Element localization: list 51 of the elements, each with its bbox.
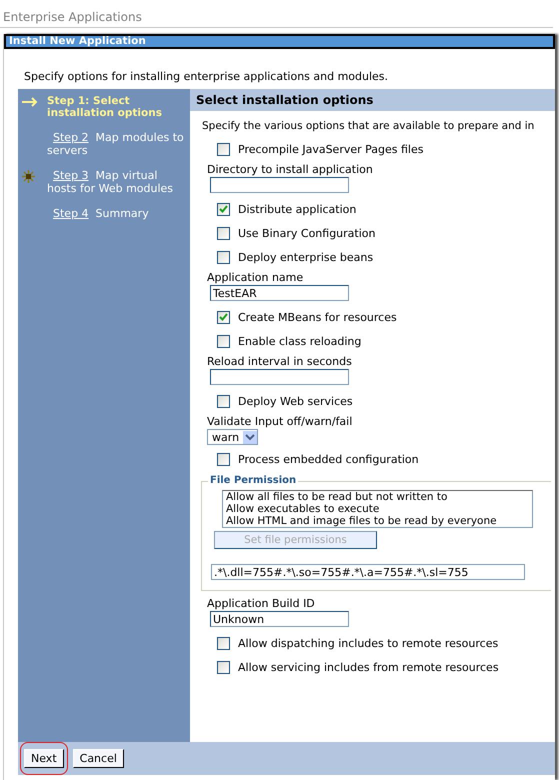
permission-field[interactable]: .*\.dll=755#.*\.so=755#.*\.a=755#.*\.sl=755 [211,564,525,580]
checkbox-label: Distribute application [238,202,356,216]
text-field[interactable]: TestEAR [210,285,349,301]
checkbox-label: Allow dispatching includes to remote resources [238,636,498,650]
checkbox[interactable] [217,394,230,408]
checkbox-label: Allow servicing includes from remote resources [238,660,499,674]
text-field[interactable] [210,177,349,193]
checkbox[interactable] [217,334,230,348]
panel-title-bar: Install New Application [4,34,555,49]
field-label: Reload interval in seconds [207,355,353,368]
field-label: Application name [207,271,304,284]
dropdown[interactable]: warn [207,429,258,445]
form-button[interactable]: Next [24,749,64,768]
checkbox[interactable] [217,452,230,466]
chevron-down-icon [243,430,257,444]
breadcrumb-title: Enterprise Applications [3,10,142,24]
checkbox-label: Precompile JavaServer Pages files [238,142,424,156]
list-item[interactable]: Allow HTML and image files to be read by everyone [226,515,529,527]
arrow-right-icon [22,97,38,107]
text-field[interactable]: Unknown [210,611,349,627]
text-field[interactable] [210,369,349,385]
checkbox-label: Use Binary Configuration [238,226,376,240]
intro-text: Specify options for installing enterprise applications and modules. [24,70,388,83]
step-text: Step 3 Map virtual hosts for Web modules [46,169,174,195]
checkbox[interactable] [217,250,230,264]
checkmark-icon [219,205,228,213]
form-button[interactable]: Cancel [72,749,124,768]
list-item[interactable]: Allow all files to be read but not written to [226,491,529,503]
checkbox-label: Process embedded configuration [238,452,419,466]
current-step: Step 1: Select installation options [47,95,186,119]
checkbox[interactable] [217,310,230,324]
checkbox-label: Deploy enterprise beans [238,250,374,264]
checkmark-icon [219,313,228,321]
checkbox-label: Deploy Web services [238,394,353,408]
checkbox-label: Enable class reloading [238,334,362,348]
section-header: Select installation options [190,89,555,111]
field-label: Directory to install application [207,163,374,176]
section-description: Specify the various options that are available to prepare and in [202,120,534,132]
step-text: Step 2 Map modules to servers [46,131,185,157]
step-text: Step 4 Summary [52,207,150,220]
field-label: Application Build ID [207,597,316,610]
list-item[interactable]: Allow executables to execute [226,503,529,515]
star-burst-icon [22,170,35,183]
checkbox[interactable] [217,202,230,216]
field-label: Validate Input off/warn/fail [207,415,354,428]
checkbox[interactable] [217,142,230,156]
list-box[interactable]: Allow all files to be read but not written to Allow executables to execute Allow HTML and image files to be read by everyone [222,490,533,528]
checkbox[interactable] [217,226,230,240]
checkbox-label: Create MBeans for resources [238,310,397,324]
checkbox[interactable] [217,660,230,674]
checkbox[interactable] [217,636,230,650]
